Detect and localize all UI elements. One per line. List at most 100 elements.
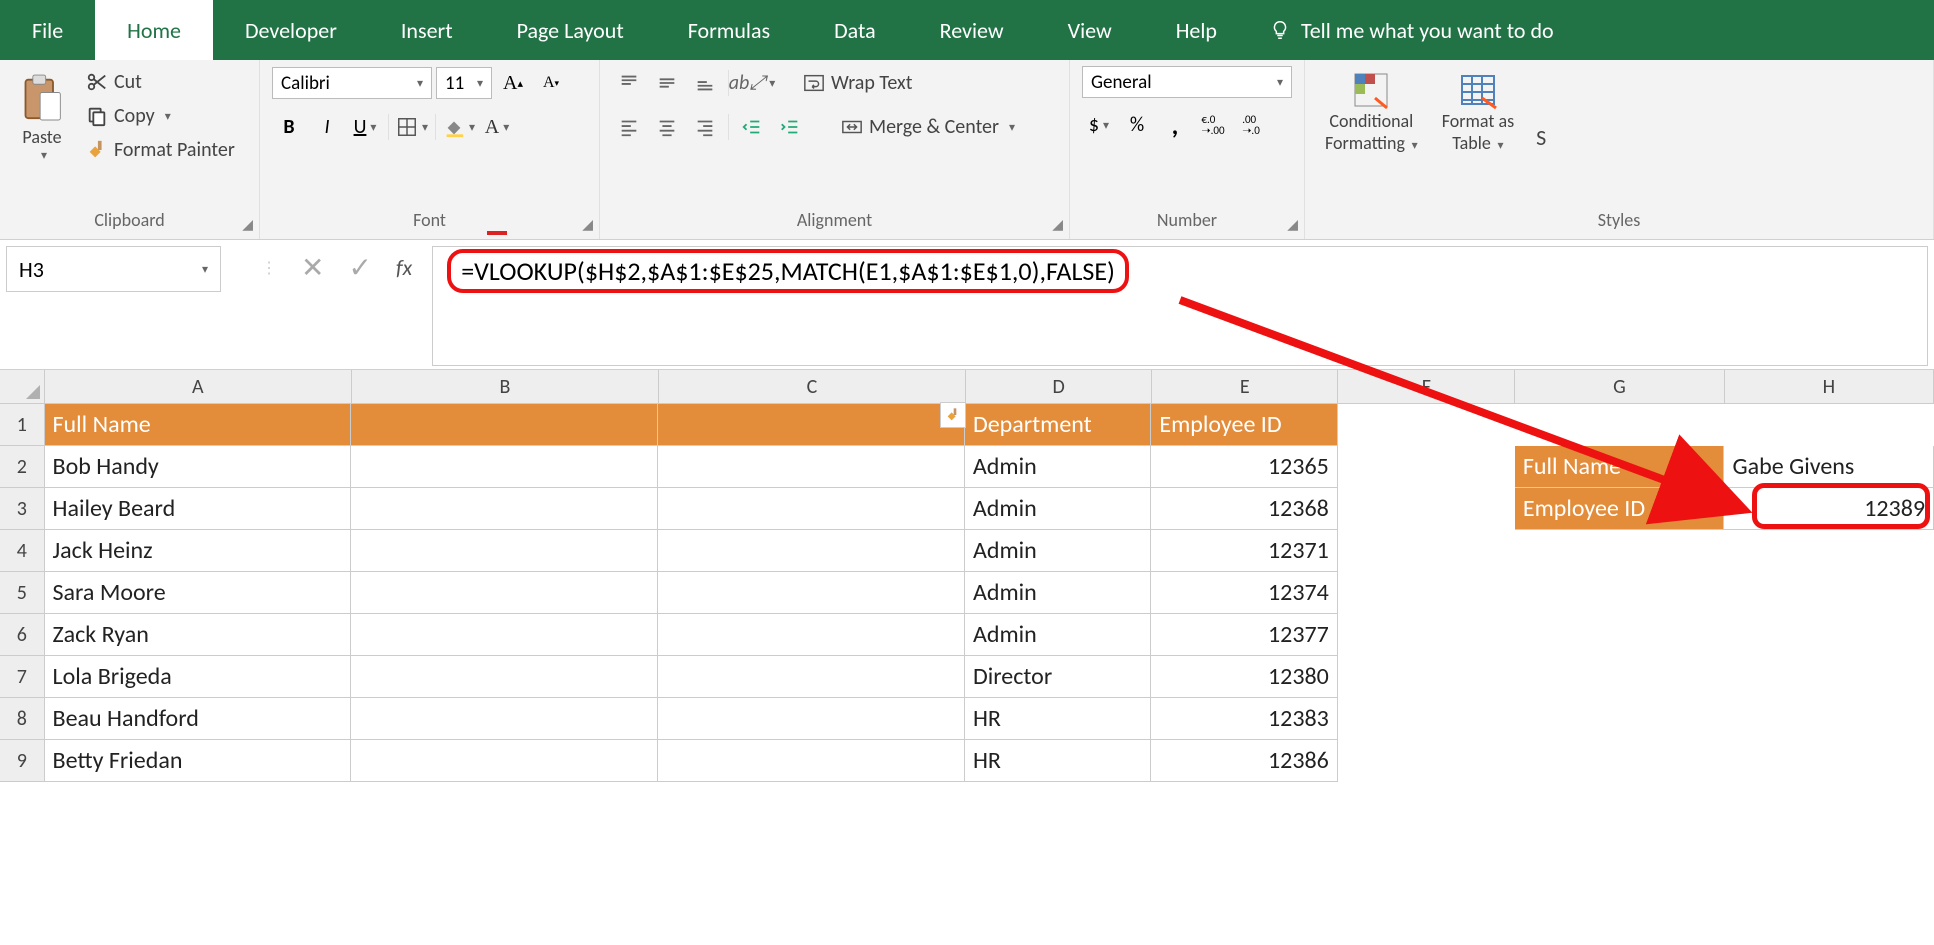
formula-input[interactable]: =VLOOKUP($H$2,$A$1:$E$25,MATCH(E1,$A$1:$…: [432, 246, 1928, 366]
name-box[interactable]: H3▾: [6, 246, 221, 292]
cell[interactable]: [1338, 488, 1515, 530]
orientation-button[interactable]: ab⤢▾: [735, 66, 769, 100]
col-header-H[interactable]: H: [1725, 370, 1934, 404]
cell[interactable]: [658, 404, 965, 446]
row-header[interactable]: 4: [0, 530, 45, 572]
format-as-table-button[interactable]: Format as Table ▾: [1434, 66, 1522, 158]
cell[interactable]: Beau Handford: [45, 698, 352, 740]
row-header[interactable]: 2: [0, 446, 45, 488]
tab-help[interactable]: Help: [1144, 0, 1249, 60]
cell[interactable]: Admin: [965, 530, 1151, 572]
cell[interactable]: [1515, 656, 1725, 698]
cell[interactable]: [1515, 698, 1725, 740]
cell[interactable]: Admin: [965, 572, 1151, 614]
copy-button[interactable]: Copy▾: [80, 100, 241, 132]
decrease-font-button[interactable]: A▾: [534, 66, 568, 100]
cell[interactable]: [1338, 530, 1515, 572]
row-header[interactable]: 6: [0, 614, 45, 656]
cell[interactable]: [351, 488, 658, 530]
cell[interactable]: [1338, 446, 1515, 488]
cell[interactable]: [1724, 698, 1934, 740]
cell[interactable]: [658, 446, 965, 488]
cell[interactable]: [1724, 404, 1934, 446]
cell[interactable]: 12368: [1151, 488, 1337, 530]
col-header-D[interactable]: D: [966, 370, 1152, 404]
cell[interactable]: [1724, 572, 1934, 614]
cancel-formula-button[interactable]: ✕: [301, 250, 324, 285]
cell[interactable]: [1338, 572, 1515, 614]
cell[interactable]: [1338, 698, 1515, 740]
cell[interactable]: Gabe Givens: [1724, 446, 1934, 488]
underline-button[interactable]: U▾: [348, 110, 382, 144]
col-header-E[interactable]: E: [1152, 370, 1338, 404]
cell[interactable]: [351, 614, 658, 656]
tab-pagelayout[interactable]: Page Layout: [485, 0, 656, 60]
col-header-C[interactable]: C: [659, 370, 966, 404]
cell[interactable]: 12380: [1151, 656, 1337, 698]
tab-view[interactable]: View: [1036, 0, 1144, 60]
cell[interactable]: [351, 404, 658, 446]
cell[interactable]: [1515, 614, 1725, 656]
cell[interactable]: [658, 488, 965, 530]
cell[interactable]: [658, 572, 965, 614]
font-size-select[interactable]: 11▾: [436, 67, 492, 99]
italic-button[interactable]: I: [310, 110, 344, 144]
col-header-G[interactable]: G: [1515, 370, 1724, 404]
cell[interactable]: [351, 740, 658, 782]
tab-file[interactable]: File: [0, 0, 95, 60]
select-all-corner[interactable]: [0, 370, 45, 404]
cell[interactable]: Admin: [965, 614, 1151, 656]
cell[interactable]: Zack Ryan: [45, 614, 352, 656]
number-format-select[interactable]: General▾: [1082, 66, 1292, 98]
cell[interactable]: [1515, 404, 1725, 446]
tell-me-search[interactable]: Tell me what you want to do: [1249, 0, 1554, 60]
align-middle-button[interactable]: [650, 66, 684, 100]
align-bottom-button[interactable]: [688, 66, 722, 100]
cell[interactable]: [658, 530, 965, 572]
cell[interactable]: 12377: [1151, 614, 1337, 656]
align-center-button[interactable]: [650, 110, 684, 144]
cell[interactable]: 12365: [1151, 446, 1337, 488]
increase-font-button[interactable]: A▴: [496, 66, 530, 100]
comma-button[interactable]: ,: [1158, 108, 1192, 142]
cell[interactable]: [1338, 740, 1515, 782]
col-header-A[interactable]: A: [45, 370, 352, 404]
align-left-button[interactable]: [612, 110, 646, 144]
cell[interactable]: [1338, 404, 1515, 446]
conditional-formatting-button[interactable]: Conditional Formatting ▾: [1317, 66, 1426, 158]
dialog-launcher-icon[interactable]: ◢: [1287, 216, 1298, 233]
cell[interactable]: 12374: [1151, 572, 1337, 614]
row-header[interactable]: 8: [0, 698, 45, 740]
cut-button[interactable]: Cut: [80, 66, 241, 98]
cell[interactable]: [1515, 572, 1725, 614]
decrease-indent-button[interactable]: [735, 110, 769, 144]
cell[interactable]: [658, 656, 965, 698]
cell[interactable]: Employee ID: [1151, 404, 1337, 446]
cell[interactable]: [351, 656, 658, 698]
increase-indent-button[interactable]: [773, 110, 807, 144]
cell[interactable]: [351, 530, 658, 572]
decrease-decimal-button[interactable]: .00➝.0: [1234, 108, 1268, 142]
cell[interactable]: Lola Brigeda: [45, 656, 352, 698]
cell[interactable]: Admin: [965, 446, 1151, 488]
align-top-button[interactable]: [612, 66, 646, 100]
cell[interactable]: Jack Heinz: [45, 530, 352, 572]
bold-button[interactable]: B: [272, 110, 306, 144]
borders-button[interactable]: ▾: [395, 110, 429, 144]
font-name-select[interactable]: Calibri▾: [272, 67, 432, 99]
align-right-button[interactable]: [688, 110, 722, 144]
cell[interactable]: Bob Handy: [45, 446, 352, 488]
dialog-launcher-icon[interactable]: ◢: [242, 216, 253, 233]
col-header-F[interactable]: F: [1338, 370, 1515, 404]
merge-center-button[interactable]: Merge & Center▾: [835, 111, 1021, 143]
cell[interactable]: Full Name: [1515, 446, 1725, 488]
fill-color-button[interactable]: ▾: [442, 110, 476, 144]
cell[interactable]: [351, 446, 658, 488]
cell[interactable]: HR: [965, 698, 1151, 740]
cell[interactable]: Hailey Beard: [45, 488, 352, 530]
paste-button[interactable]: Paste▾: [12, 66, 72, 167]
tab-home[interactable]: Home: [95, 0, 213, 60]
enter-formula-button[interactable]: ✓: [348, 250, 371, 285]
tab-data[interactable]: Data: [802, 0, 908, 60]
cell[interactable]: 12386: [1151, 740, 1337, 782]
